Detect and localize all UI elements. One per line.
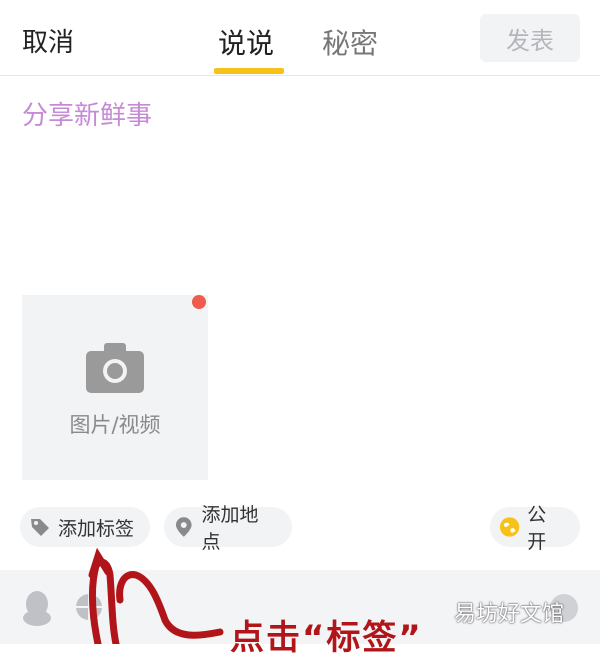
visibility-button[interactable]: 公开 <box>490 504 580 553</box>
publish-button[interactable]: 发表 <box>480 14 580 62</box>
add-media-button[interactable]: 图片/视频 <box>22 295 208 480</box>
tag-icon <box>31 519 49 536</box>
notification-dot <box>192 295 206 309</box>
visibility-label: 公开 <box>527 504 547 553</box>
globe-icon <box>499 517 520 537</box>
ball-icon[interactable] <box>74 592 104 622</box>
active-tab-indicator <box>214 68 284 74</box>
annotation-text: 点击“标签” <box>230 618 423 658</box>
media-label: 图片/视频 <box>69 413 161 437</box>
tab-shuoshuo[interactable]: 说说 <box>218 22 274 62</box>
top-bar: 取消 说说 秘密 发表 <box>0 0 600 76</box>
location-pin-icon <box>175 517 192 537</box>
tab-secret[interactable]: 秘密 <box>322 22 378 62</box>
cancel-button[interactable]: 取消 <box>22 22 74 59</box>
qq-icon[interactable] <box>22 590 52 626</box>
add-location-label: 添加地点 <box>201 504 259 553</box>
add-tag-button[interactable]: 添加标签 <box>20 507 150 547</box>
add-location-button[interactable]: 添加地点 <box>164 504 292 553</box>
camera-icon <box>86 343 144 393</box>
compose-input[interactable]: 分享新鲜事 <box>22 95 152 132</box>
watermark-text: 易坊好文馆 <box>454 602 565 627</box>
add-tag-label: 添加标签 <box>58 517 135 540</box>
